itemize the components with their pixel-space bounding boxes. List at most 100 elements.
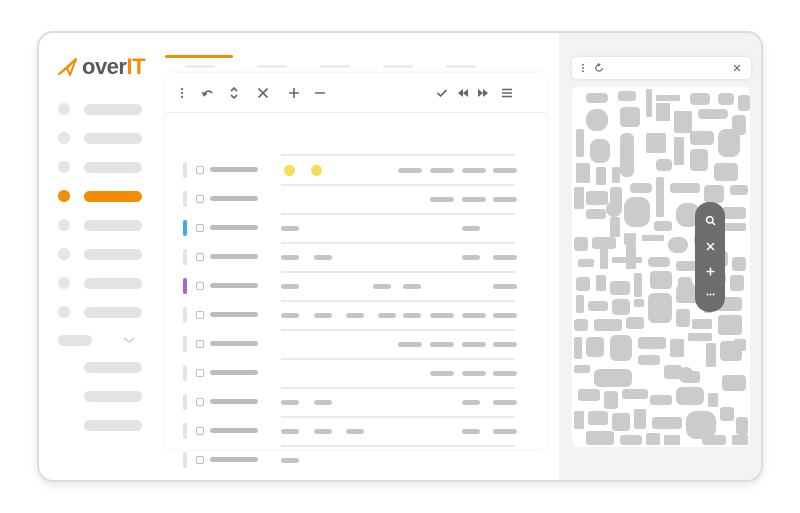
- map-zoom-in-button[interactable]: [700, 261, 720, 281]
- timeline-event[interactable]: [462, 313, 486, 318]
- timeline-event[interactable]: [493, 313, 517, 318]
- timeline-event[interactable]: [346, 429, 364, 434]
- sidebar-group-toggle[interactable]: [58, 334, 148, 346]
- sidebar-item-5[interactable]: [58, 219, 142, 231]
- timeline-event[interactable]: [493, 284, 517, 289]
- timeline-event[interactable]: [493, 400, 517, 405]
- timeline-event[interactable]: [462, 371, 486, 376]
- undo-button[interactable]: [198, 83, 218, 103]
- timeline-event[interactable]: [281, 226, 299, 231]
- sidebar-subitem-3[interactable]: [84, 420, 142, 431]
- row-checkbox[interactable]: [196, 456, 204, 464]
- timeline-event[interactable]: [462, 197, 486, 202]
- table-row[interactable]: [166, 154, 546, 185]
- timeline-event[interactable]: [378, 313, 396, 318]
- timeline-event[interactable]: [281, 400, 299, 405]
- sidebar-item-6[interactable]: [58, 248, 142, 260]
- table-row[interactable]: [166, 213, 546, 243]
- timeline-event[interactable]: [281, 429, 299, 434]
- timeline-event[interactable]: [281, 255, 299, 260]
- table-row[interactable]: [166, 445, 546, 475]
- toolbar-more-button[interactable]: [172, 83, 192, 103]
- row-checkbox[interactable]: [196, 253, 204, 261]
- row-checkbox[interactable]: [196, 282, 204, 290]
- timeline-event[interactable]: [281, 284, 299, 289]
- timeline-event[interactable]: [493, 255, 517, 260]
- rewind-button[interactable]: [453, 83, 473, 103]
- timeline-event[interactable]: [430, 371, 454, 376]
- row-checkbox[interactable]: [196, 195, 204, 203]
- row-checkbox[interactable]: [196, 369, 204, 377]
- timeline-event[interactable]: [462, 255, 480, 260]
- timeline-event[interactable]: [346, 313, 364, 318]
- timeline-event[interactable]: [403, 313, 421, 318]
- remove-button[interactable]: [310, 83, 330, 103]
- map-more-options-button[interactable]: [700, 284, 720, 304]
- row-checkbox[interactable]: [196, 427, 204, 435]
- timeline-event[interactable]: [314, 429, 332, 434]
- menu-button[interactable]: [497, 83, 517, 103]
- timeline-event[interactable]: [462, 342, 486, 347]
- tab-3[interactable]: [320, 65, 350, 68]
- table-row[interactable]: [166, 242, 546, 272]
- tab-1[interactable]: [185, 65, 215, 68]
- sidebar-subitem-2[interactable]: [84, 391, 142, 402]
- timeline-event[interactable]: [314, 400, 332, 405]
- tab-4[interactable]: [383, 65, 413, 68]
- add-button[interactable]: [284, 83, 304, 103]
- timeline-event[interactable]: [430, 342, 454, 347]
- timeline-event[interactable]: [314, 313, 332, 318]
- timeline-event[interactable]: [493, 197, 517, 202]
- sort-button[interactable]: [224, 83, 244, 103]
- timeline-event[interactable]: [430, 168, 454, 173]
- map-close-button[interactable]: [700, 236, 720, 256]
- timeline-event[interactable]: [430, 197, 454, 202]
- table-row[interactable]: [166, 329, 546, 359]
- timeline-event[interactable]: [398, 342, 422, 347]
- tab-5[interactable]: [446, 65, 476, 68]
- row-checkbox[interactable]: [196, 398, 204, 406]
- table-row[interactable]: [166, 358, 546, 388]
- table-row[interactable]: [166, 416, 546, 446]
- sidebar-subitem-1[interactable]: [84, 362, 142, 373]
- timeline-event[interactable]: [493, 168, 517, 173]
- timeline-event[interactable]: [493, 342, 517, 347]
- timeline-event[interactable]: [373, 284, 391, 289]
- row-checkbox[interactable]: [196, 166, 204, 174]
- table-row[interactable]: [166, 387, 546, 417]
- timeline-event[interactable]: [462, 400, 480, 405]
- timeline-event[interactable]: [398, 168, 422, 173]
- table-row[interactable]: [166, 300, 546, 330]
- tab-2[interactable]: [257, 65, 287, 68]
- close-button[interactable]: [253, 83, 273, 103]
- sidebar-item-2[interactable]: [58, 132, 142, 144]
- timeline-event[interactable]: [403, 284, 421, 289]
- timeline-event[interactable]: [462, 168, 486, 173]
- timeline-marker[interactable]: [284, 165, 295, 176]
- map-search-button[interactable]: [700, 210, 720, 230]
- sidebar-item-7[interactable]: [58, 277, 142, 289]
- timeline-event[interactable]: [462, 226, 480, 231]
- table-row[interactable]: [166, 184, 546, 214]
- timeline-event[interactable]: [493, 429, 517, 434]
- map-search-bar[interactable]: [572, 57, 751, 79]
- timeline-event[interactable]: [281, 313, 299, 318]
- map-more-button[interactable]: [575, 60, 591, 76]
- fast-forward-button[interactable]: [473, 83, 493, 103]
- sidebar-item-8[interactable]: [58, 306, 142, 318]
- timeline-event[interactable]: [493, 371, 517, 376]
- timeline-marker[interactable]: [311, 165, 322, 176]
- sidebar-item-4-active[interactable]: [58, 190, 142, 202]
- map-search-clear-button[interactable]: [729, 60, 745, 76]
- timeline-event[interactable]: [314, 255, 332, 260]
- confirm-button[interactable]: [432, 83, 452, 103]
- timeline-event[interactable]: [462, 429, 480, 434]
- map-refresh-button[interactable]: [591, 60, 607, 76]
- tab-active-indicator[interactable]: [165, 55, 233, 58]
- timeline-event[interactable]: [281, 458, 299, 463]
- row-checkbox[interactable]: [196, 340, 204, 348]
- table-row[interactable]: [166, 271, 546, 301]
- row-checkbox[interactable]: [196, 311, 204, 319]
- row-checkbox[interactable]: [196, 224, 204, 232]
- sidebar-item-3[interactable]: [58, 161, 142, 173]
